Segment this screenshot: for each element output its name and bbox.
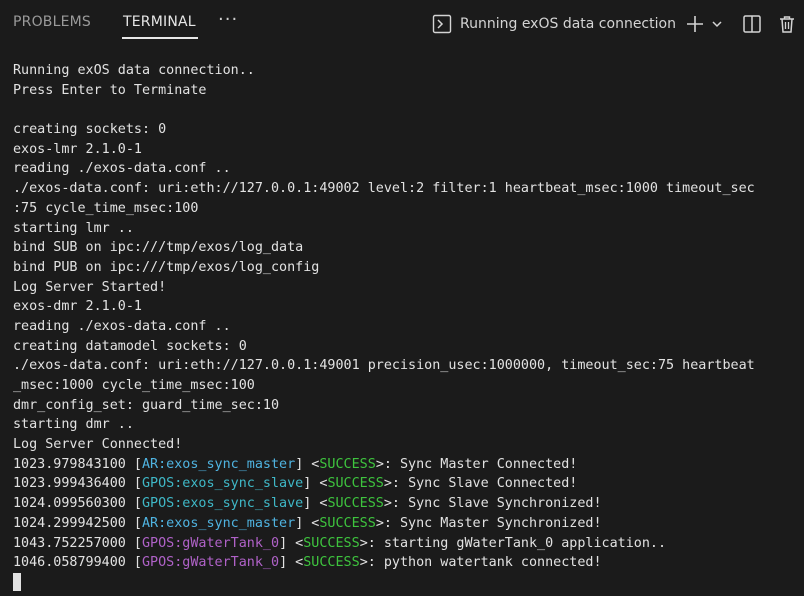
log-level: SUCCESS [327, 476, 384, 492]
terminal-line: Log Server Started! [13, 279, 167, 295]
terminal-icon [432, 14, 452, 34]
log-source: GPOS:gWaterTank_0 [142, 555, 280, 571]
plus-icon[interactable] [683, 12, 707, 36]
log-level: SUCCESS [319, 456, 376, 472]
log-timestamp: 1043.752257000 [13, 535, 126, 551]
text-cursor [13, 572, 21, 591]
terminal-line: reading ./exos-data.conf .. [13, 161, 231, 177]
trash-icon[interactable] [775, 12, 799, 36]
log-timestamp: 1023.999436400 [13, 476, 126, 492]
terminal-line: exos-dmr 2.1.0-1 [13, 299, 142, 315]
log-line: 1046.058799400 [GPOS:gWaterTank_0] <SUCC… [13, 555, 602, 571]
log-source: GPOS:exos_sync_slave [142, 476, 304, 492]
log-message: python watertank connected! [383, 555, 602, 571]
terminal-line: starting lmr .. [13, 220, 134, 236]
terminal-line: reading ./exos-data.conf .. [13, 318, 231, 334]
log-line: 1043.752257000 [GPOS:gWaterTank_0] <SUCC… [13, 535, 667, 551]
terminal-line: Log Server Connected! [13, 437, 183, 453]
log-line: 1024.099560300 [GPOS:exos_sync_slave] <S… [13, 496, 602, 512]
terminal-line: _msec:1000 cycle_time_msec:100 [13, 378, 255, 393]
log-level: SUCCESS [303, 535, 360, 551]
terminal-selector[interactable]: Running exOS data connection [432, 12, 676, 36]
log-line: 1023.999436400 [GPOS:exos_sync_slave] <S… [13, 476, 578, 492]
log-level: SUCCESS [327, 496, 384, 512]
log-timestamp: 1024.099560300 [13, 496, 126, 512]
log-level: SUCCESS [303, 555, 360, 571]
log-source: GPOS:exos_sync_slave [142, 496, 304, 512]
more-actions-icon[interactable]: ··· [218, 9, 238, 30]
log-source: GPOS:gWaterTank_0 [142, 535, 280, 551]
terminal-name: Running exOS data connection [460, 16, 676, 32]
prompt-line [13, 572, 798, 593]
log-message: Sync Slave Connected! [408, 476, 578, 492]
terminal-line: starting dmr .. [13, 417, 134, 433]
terminal-line: Press Enter to Terminate [13, 82, 207, 98]
log-source: AR:exos_sync_master [142, 456, 296, 472]
log-message: starting gWaterTank_0 application.. [383, 535, 667, 551]
log-message: Sync Master Synchronized! [400, 515, 602, 531]
split-icon[interactable] [740, 12, 764, 36]
log-level: SUCCESS [319, 515, 376, 531]
active-tab-indicator [122, 37, 198, 39]
log-timestamp: 1046.058799400 [13, 555, 126, 571]
terminal-line: :75 cycle_time_msec:100 [13, 200, 199, 216]
log-source: AR:exos_sync_master [142, 515, 296, 531]
log-timestamp: 1023.979843100 [13, 456, 126, 472]
log-timestamp: 1024.299942500 [13, 515, 126, 531]
terminal-line: creating datamodel sockets: 0 [13, 338, 247, 354]
terminal-line: exos-lmr 2.1.0-1 [13, 141, 142, 157]
terminal-line: ./exos-data.conf: uri:eth://127.0.0.1:49… [13, 181, 755, 197]
terminal-line: Running exOS data connection.. [13, 63, 255, 78]
log-line: 1024.299942500 [AR:exos_sync_master] <SU… [13, 515, 602, 531]
terminal-panel: PROBLEMS TERMINAL ··· Running exOS data … [0, 0, 804, 596]
terminal-line: bind SUB on ipc:///tmp/exos/log_data [13, 240, 304, 256]
terminal-line: creating sockets: 0 [13, 122, 167, 138]
tab-problems[interactable]: PROBLEMS [13, 14, 91, 30]
tab-terminal[interactable]: TERMINAL [123, 14, 196, 30]
terminal-output[interactable]: Running exOS data connection.. Press Ente… [13, 61, 798, 593]
terminal-line: bind PUB on ipc:///tmp/exos/log_config [13, 259, 320, 275]
terminal-line: ./exos-data.conf: uri:eth://127.0.0.1:49… [13, 358, 755, 374]
panel-tab-bar: PROBLEMS TERMINAL ··· Running exOS data … [0, 0, 804, 48]
chevron-down-icon[interactable] [708, 12, 726, 36]
log-message: Sync Slave Synchronized! [408, 496, 602, 512]
terminal-line: dmr_config_set: guard_time_sec:10 [13, 397, 280, 413]
log-line: 1023.979843100 [AR:exos_sync_master] <SU… [13, 456, 578, 472]
log-message: Sync Master Connected! [400, 456, 578, 472]
